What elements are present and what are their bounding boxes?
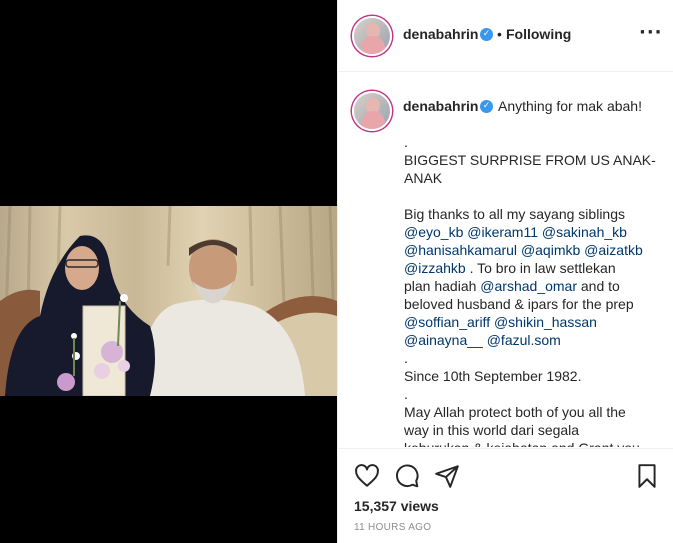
caption-text: . To bro in law settlekan	[465, 260, 616, 276]
caption-text: plan hadiah	[404, 278, 481, 294]
caption-line: BIGGEST SURPRISE FROM US ANAK-	[404, 152, 656, 168]
caption-avatar[interactable]	[352, 91, 392, 131]
caption-line: @eyo_kb @ikeram11 @sakinah_kb	[404, 223, 654, 241]
caption-line: May Allah protect both of you all the	[404, 404, 626, 420]
caption-line: @hanisahkamarul @aqimkb @aizatkb	[404, 241, 654, 259]
mention-link[interactable]: @hanisahkamarul	[404, 242, 517, 258]
caption-line: beloved husband & ipars for the prep	[404, 296, 634, 312]
post-details-panel: denabahrin ✓ • Following ··· denabahrin …	[337, 0, 673, 543]
mention-link[interactable]: @aizatkb	[584, 242, 643, 258]
caption-text: and to	[577, 278, 620, 294]
following-button[interactable]: Following	[506, 26, 571, 42]
bookmark-icon[interactable]	[634, 463, 660, 489]
mention-link[interactable]: @aqimkb	[521, 242, 580, 258]
mention-link[interactable]: @ikeram11	[467, 224, 538, 240]
post-timestamp[interactable]: 11 HOURS AGO	[354, 522, 431, 533]
mention-link[interactable]: @izzahkb	[404, 260, 466, 276]
caption-line: @izzahkb . To bro in law settlekan	[404, 259, 654, 277]
view-count[interactable]: 15,357 views	[354, 498, 439, 514]
photo-illustration	[0, 206, 337, 396]
heart-icon[interactable]	[354, 463, 380, 489]
caption-line: .	[404, 134, 408, 150]
mention-link[interactable]: @eyo_kb	[404, 224, 463, 240]
mention-link[interactable]: @arshad_omar	[480, 278, 577, 294]
mention-link[interactable]: @shikin_hassan	[494, 314, 597, 330]
separator-dot: •	[497, 26, 502, 42]
mention-link[interactable]: @ainayna__	[404, 332, 483, 348]
comment-icon[interactable]	[394, 463, 420, 489]
mention-link[interactable]: @sakinah_kb	[542, 224, 627, 240]
action-bar: 15,357 views 11 HOURS AGO	[338, 448, 673, 543]
verified-badge-icon: ✓	[480, 28, 493, 41]
verified-badge-icon: ✓	[480, 100, 493, 113]
caption-body: . BIGGEST SURPRISE FROM US ANAK- ANAK Big t…	[404, 133, 656, 447]
post-header: denabahrin ✓ • Following ···	[338, 0, 673, 72]
caption-line: keburukan & kejahatan and Grant you	[404, 439, 654, 447]
caption-first-line: Anything for mak abah!	[498, 98, 642, 114]
caption-line: .	[404, 350, 408, 366]
caption-line: Since 10th September 1982.	[404, 368, 582, 384]
caption-line: Big thanks to all my sayang siblings	[404, 206, 625, 222]
caption-line: way in this world dari segala	[404, 422, 580, 438]
avatar[interactable]	[352, 16, 392, 56]
mention-link[interactable]: @soffian_ariff	[404, 314, 490, 330]
caption-line: @ainayna__ @fazul.som	[404, 331, 654, 349]
username-link[interactable]: denabahrin	[403, 26, 478, 42]
share-icon[interactable]	[434, 463, 460, 489]
caption-line: .	[404, 386, 408, 402]
post-photo[interactable]	[0, 206, 337, 396]
caption-line: plan hadiah @arshad_omar and to	[404, 277, 654, 295]
caption-username-link[interactable]: denabahrin	[403, 98, 478, 114]
mention-link[interactable]: @fazul.som	[487, 332, 561, 348]
caption-line: ANAK	[404, 170, 443, 186]
post-media[interactable]	[0, 0, 337, 543]
more-options-icon[interactable]: ···	[639, 24, 663, 42]
caption-line: @soffian_ariff @shikin_hassan	[404, 313, 654, 331]
caption-scroll-area[interactable]: denabahrin ✓ Anything for mak abah! . BIG…	[338, 73, 673, 447]
